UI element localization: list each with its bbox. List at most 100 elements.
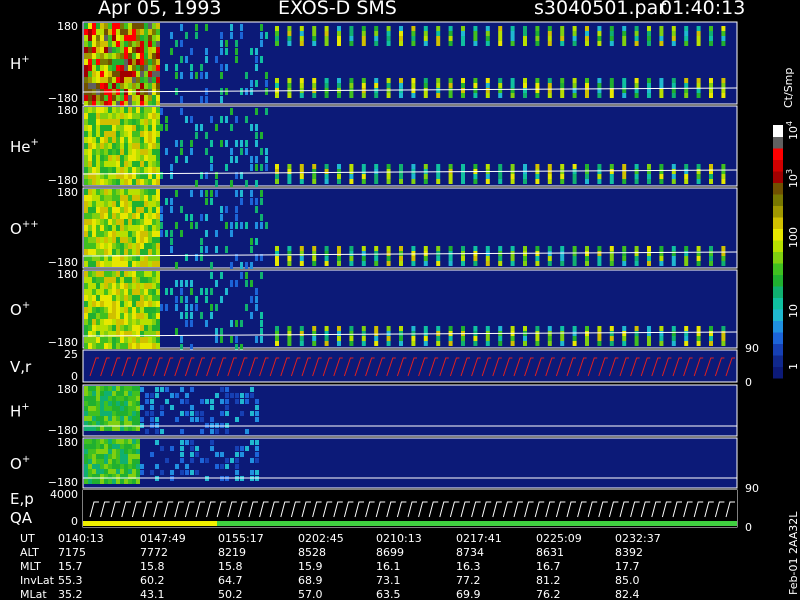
stripe <box>498 246 503 251</box>
stripe <box>560 78 565 83</box>
pixel <box>100 125 104 131</box>
stripe <box>324 31 329 36</box>
pixel <box>136 219 140 225</box>
pixel <box>136 301 140 307</box>
pixel <box>180 140 183 147</box>
pixel <box>104 271 108 277</box>
stripe <box>684 93 689 98</box>
pixel <box>195 32 198 39</box>
pixel <box>132 167 136 173</box>
stripe <box>423 164 428 169</box>
pixel <box>84 35 88 41</box>
pixel <box>92 271 96 277</box>
pixel <box>260 148 263 155</box>
stripe <box>337 164 341 169</box>
pixel <box>170 206 173 213</box>
pixel <box>84 439 88 444</box>
pixel <box>235 417 239 422</box>
stripe <box>709 164 713 169</box>
pixel <box>104 426 108 431</box>
pixel <box>84 283 88 289</box>
pixel <box>250 411 254 416</box>
pixel <box>156 143 160 149</box>
pixel <box>100 319 104 325</box>
stripe <box>709 26 713 31</box>
pixel <box>132 325 136 331</box>
pixel <box>100 271 104 277</box>
pixel <box>104 155 108 161</box>
stripe <box>671 261 676 266</box>
pixel <box>108 41 112 47</box>
stripe <box>275 326 279 331</box>
pixel <box>170 198 173 205</box>
stripe <box>312 26 317 31</box>
pixel <box>170 405 174 410</box>
pixel <box>190 440 194 445</box>
pixel <box>120 143 124 149</box>
pixel <box>96 113 100 119</box>
pixel <box>185 156 188 163</box>
stripe <box>473 78 478 83</box>
pixel <box>175 393 179 398</box>
pixel <box>220 40 223 47</box>
pixel <box>92 195 96 201</box>
pixel <box>265 156 268 163</box>
stripe <box>299 93 304 98</box>
pixel <box>156 207 160 213</box>
pixel <box>136 65 140 71</box>
stripe <box>337 78 341 83</box>
stripe <box>275 164 279 169</box>
pixel <box>124 271 128 277</box>
pixel <box>104 249 108 255</box>
pixel <box>235 464 239 469</box>
pixel <box>96 189 100 195</box>
pixel <box>128 249 132 255</box>
stripe <box>647 246 651 251</box>
pixel <box>116 313 120 319</box>
stripe <box>684 326 689 331</box>
pixel <box>200 399 204 404</box>
pixel <box>140 113 144 119</box>
pixel <box>148 95 152 101</box>
stripe <box>585 164 589 169</box>
pixel <box>128 271 132 277</box>
pixel <box>92 155 96 161</box>
pixel <box>144 261 148 267</box>
pixel <box>84 325 88 331</box>
x-row-value: 81.2 <box>536 574 561 587</box>
pixel <box>230 393 234 398</box>
pixel <box>152 35 156 41</box>
stripe <box>324 169 329 174</box>
pixel <box>120 41 124 47</box>
stripe <box>448 31 453 36</box>
pixel <box>195 452 199 457</box>
pixel <box>144 343 148 349</box>
panel-7 <box>82 437 738 489</box>
stripe <box>696 246 701 251</box>
pixel <box>96 283 100 289</box>
pixel <box>124 189 128 195</box>
stripe <box>461 83 465 88</box>
stripe <box>275 261 279 266</box>
x-row-value: 63.5 <box>376 588 401 600</box>
pixel <box>128 307 132 313</box>
stripe <box>609 169 614 174</box>
pixel <box>260 32 263 39</box>
pixel <box>92 343 96 349</box>
stripe <box>411 326 416 331</box>
stripe <box>485 78 490 83</box>
pixel <box>144 143 148 149</box>
pixel <box>124 167 128 173</box>
pixel <box>165 230 168 237</box>
pixel <box>160 214 163 221</box>
pixel <box>156 295 160 301</box>
pixel <box>255 64 258 71</box>
stripe <box>461 341 465 346</box>
pixel <box>245 399 249 404</box>
x-row-value: 0210:13 <box>376 532 422 545</box>
pixel <box>235 190 238 197</box>
pixel <box>88 416 92 421</box>
pixel <box>136 337 140 343</box>
pixel <box>148 261 152 267</box>
pixel <box>88 207 92 213</box>
